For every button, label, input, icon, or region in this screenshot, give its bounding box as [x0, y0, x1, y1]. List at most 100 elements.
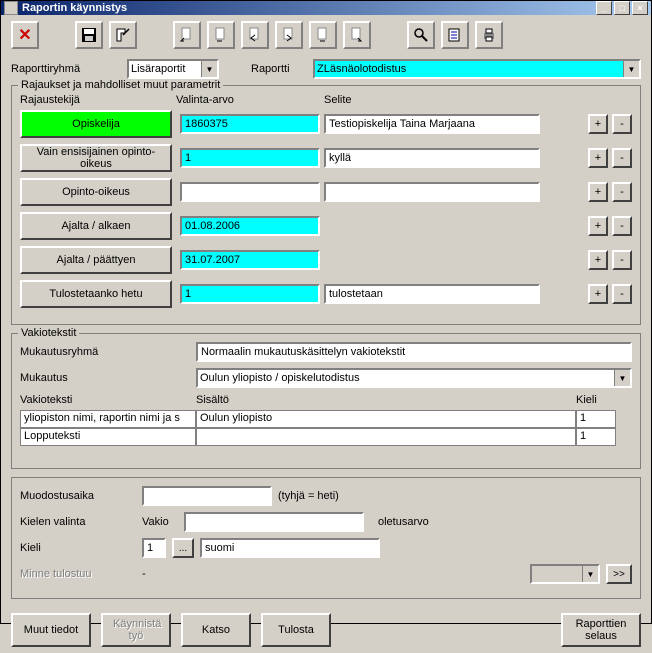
empty-hint: (tyhjä = heti)	[278, 490, 339, 502]
param-desc-input[interactable]	[324, 182, 540, 202]
param-value-input[interactable]	[180, 182, 320, 202]
remove-button[interactable]: -	[612, 114, 632, 134]
search-icon[interactable]	[407, 21, 435, 49]
report-value: ZLäsnäolotodistus	[317, 63, 406, 75]
kielen-valinta-input[interactable]	[184, 512, 364, 532]
close-button[interactable]: ×	[632, 1, 648, 15]
remove-button[interactable]: -	[612, 250, 632, 270]
text-content-cell[interactable]: Oulun yliopisto	[196, 410, 576, 428]
print-icon[interactable]	[475, 21, 503, 49]
goto-button[interactable]: >>	[606, 564, 632, 584]
param-row: Tulostetaanko hetu +-	[20, 280, 632, 308]
text-content-cell[interactable]	[196, 428, 576, 446]
kieli-num-input[interactable]	[142, 538, 166, 558]
katso-button[interactable]: Katso	[181, 613, 251, 647]
fixed-texts-group: Vakiotekstit Mukautusryhmä Mukautus Oulu…	[11, 333, 641, 469]
muodostusaika-label: Muodostusaika	[20, 490, 136, 502]
action-bar: Muut tiedot Käynnistätyö Katso Tulosta R…	[11, 613, 641, 647]
vakio-label: Vakio	[142, 516, 178, 528]
doc-last-icon[interactable]	[343, 21, 371, 49]
param-desc-input[interactable]	[324, 148, 540, 168]
param-value-input[interactable]	[180, 216, 320, 236]
minimize-button[interactable]: _	[596, 1, 612, 15]
titlebar: Raportin käynnistys _ □ ×	[1, 1, 651, 15]
add-button[interactable]: +	[588, 216, 608, 236]
text-lang-cell[interactable]: 1	[576, 428, 616, 446]
add-button[interactable]: +	[588, 284, 608, 304]
texts-grid: yliopiston nimi, raportin nimi ja sOulun…	[20, 410, 632, 446]
remove-button[interactable]: -	[612, 284, 632, 304]
param-button[interactable]: Ajalta / alkaen	[20, 212, 172, 240]
add-button[interactable]: +	[588, 148, 608, 168]
muut-tiedot-button[interactable]: Muut tiedot	[11, 613, 91, 647]
report-selection-row: Raporttiryhmä Lisäraportit ▼ Raportti ZL…	[11, 59, 641, 79]
add-button[interactable]: +	[588, 114, 608, 134]
chevron-down-icon: ▼	[582, 566, 598, 582]
param-button[interactable]: Opinto-oikeus	[20, 178, 172, 206]
chevron-down-icon: ▼	[614, 370, 630, 386]
col-vakioteksti: Vakioteksti	[20, 394, 196, 406]
text-lang-cell[interactable]: 1	[576, 410, 616, 428]
tulosta-button[interactable]: Tulosta	[261, 613, 331, 647]
mukautusryhma-label: Mukautusryhmä	[20, 346, 190, 358]
report-label: Raportti	[251, 63, 307, 75]
export-icon[interactable]	[109, 21, 137, 49]
col-valinta-arvo: Valinta-arvo	[176, 94, 324, 106]
params-header-row: Rajaustekijä Valinta-arvo Selite	[20, 94, 632, 106]
kieli-browse-button[interactable]: ...	[172, 538, 194, 558]
doc-right-icon[interactable]	[275, 21, 303, 49]
mukautus-label: Mukautus	[20, 372, 190, 384]
param-value-input[interactable]	[180, 114, 320, 134]
kielen-valinta-label: Kielen valinta	[20, 516, 136, 528]
param-value-input[interactable]	[180, 148, 320, 168]
param-desc-input[interactable]	[324, 114, 540, 134]
chevron-down-icon: ▼	[201, 61, 217, 77]
remove-button[interactable]: -	[612, 148, 632, 168]
param-row: Vain ensisijainen opinto-oikeus +-	[20, 144, 632, 172]
param-value-input[interactable]	[180, 284, 320, 304]
add-button[interactable]: +	[588, 182, 608, 202]
text-name-cell[interactable]: yliopiston nimi, raportin nimi ja s	[20, 410, 196, 428]
mukautus-value: Oulun yliopisto / opiskelutodistus	[200, 372, 360, 384]
add-button[interactable]: +	[588, 250, 608, 270]
remove-button[interactable]: -	[612, 216, 632, 236]
param-row: Opiskelija +-	[20, 110, 632, 138]
report-group-value: Lisäraportit	[131, 63, 185, 75]
oletusarvo-label: oletusarvo	[378, 516, 429, 528]
save-icon[interactable]	[75, 21, 103, 49]
param-row: Ajalta / alkaen +-	[20, 212, 632, 240]
mukautus-combo[interactable]: Oulun yliopisto / opiskelutodistus ▼	[196, 368, 632, 388]
param-button[interactable]: Vain ensisijainen opinto-oikeus	[20, 144, 172, 172]
report-combo[interactable]: ZLäsnäolotodistus ▼	[313, 59, 641, 79]
raporttien-selaus-button[interactable]: Raporttienselaus	[561, 613, 641, 647]
minne-label: Minne tulostuu	[20, 568, 136, 580]
chevron-down-icon: ▼	[623, 61, 639, 77]
param-row: Opinto-oikeus +-	[20, 178, 632, 206]
mukautusryhma-input[interactable]	[196, 342, 632, 362]
list-icon[interactable]	[441, 21, 469, 49]
fixed-texts-legend: Vakiotekstit	[18, 327, 79, 339]
report-group-combo[interactable]: Lisäraportit ▼	[127, 59, 219, 79]
doc-prev-icon[interactable]	[207, 21, 235, 49]
toolbar: ✕	[11, 21, 641, 49]
cancel-icon[interactable]: ✕	[11, 21, 39, 49]
param-row: Ajalta / päättyen +-	[20, 246, 632, 274]
param-value-input[interactable]	[180, 250, 320, 270]
params-group: Rajaukset ja mahdolliset muut parametrit…	[11, 85, 641, 325]
param-button[interactable]: Tulostetaanko hetu	[20, 280, 172, 308]
maximize-button[interactable]: □	[614, 1, 630, 15]
col-rajaustekija: Rajaustekijä	[20, 94, 176, 106]
doc-first-icon[interactable]	[173, 21, 201, 49]
kieli-name-input[interactable]	[200, 538, 380, 558]
doc-next-icon[interactable]	[309, 21, 337, 49]
doc-left-icon[interactable]	[241, 21, 269, 49]
param-desc-input[interactable]	[324, 284, 540, 304]
minne-combo[interactable]: ▼	[530, 564, 600, 584]
param-button[interactable]: Ajalta / päättyen	[20, 246, 172, 274]
col-sisalto: Sisältö	[196, 394, 576, 406]
muodostusaika-input[interactable]	[142, 486, 272, 506]
text-name-cell[interactable]: Lopputeksti	[20, 428, 196, 446]
param-button[interactable]: Opiskelija	[20, 110, 172, 138]
remove-button[interactable]: -	[612, 182, 632, 202]
kieli-label: Kieli	[20, 542, 136, 554]
